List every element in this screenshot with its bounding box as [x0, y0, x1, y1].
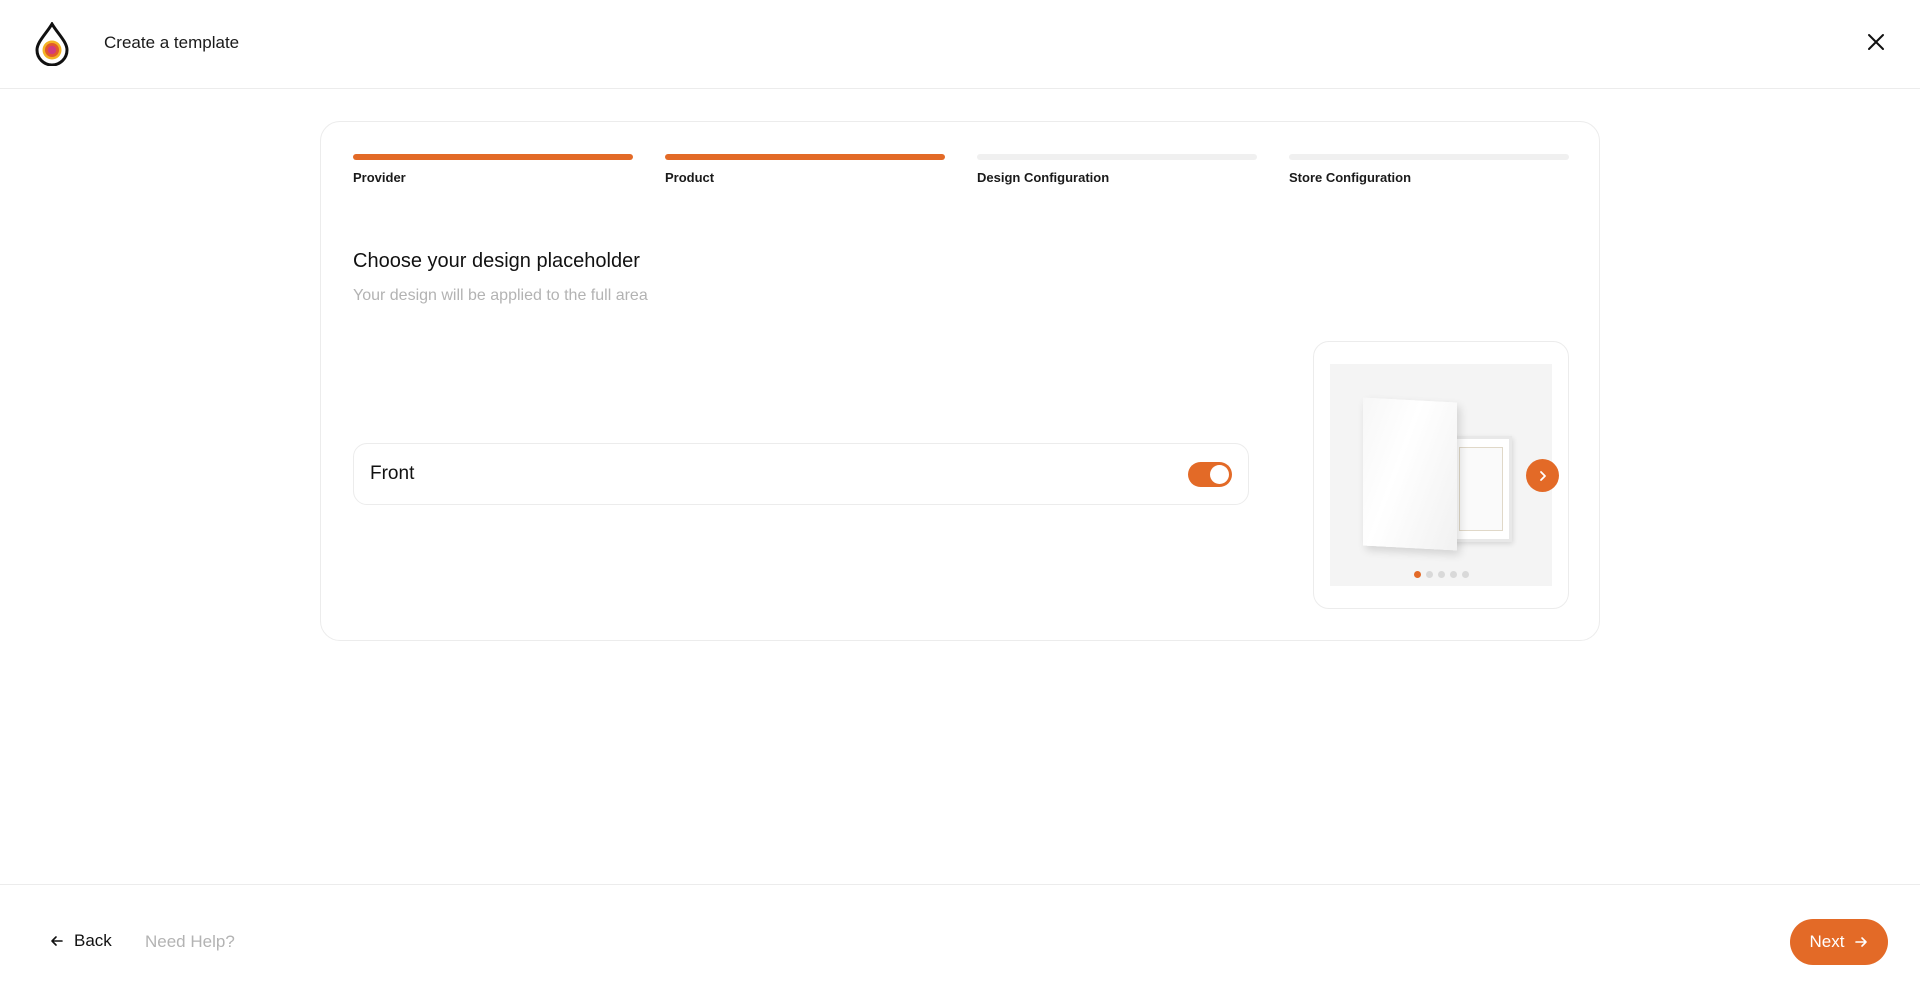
step-provider: Provider — [353, 154, 633, 185]
carousel-dots — [1330, 571, 1552, 578]
arrow-left-icon — [51, 936, 63, 946]
option-label: Front — [370, 463, 415, 484]
step-label-store-configuration: Store Configuration — [1289, 170, 1412, 185]
step-product: Product — [665, 154, 945, 185]
section-title: Choose your design placeholder — [353, 250, 640, 272]
step-store-configuration: Store Configuration — [1289, 154, 1569, 185]
back-button[interactable]: Back — [50, 931, 112, 951]
carousel-next-button[interactable] — [1526, 459, 1559, 492]
carousel-dot-2[interactable] — [1425, 571, 1433, 578]
step-bar-store-configuration — [1289, 154, 1569, 160]
step-label-design-configuration: Design Configuration — [977, 170, 1110, 185]
close-icon[interactable] — [1864, 30, 1888, 54]
next-label: Next — [1809, 932, 1845, 951]
back-label: Back — [74, 931, 112, 950]
toggle-knob — [1210, 465, 1229, 484]
carousel-dot-3[interactable] — [1437, 571, 1445, 578]
bottom-bar: Back Need Help? Next — [0, 884, 1920, 995]
top-bar: Create a template — [0, 0, 1920, 89]
carousel-dot-5[interactable] — [1461, 571, 1469, 578]
canvas-front-view — [1363, 397, 1457, 551]
step-label-product: Product — [665, 170, 715, 185]
next-button[interactable]: Next — [1790, 919, 1888, 965]
product-preview-carousel — [1313, 341, 1569, 609]
drop-logo-icon — [35, 22, 69, 66]
page-title: Create a template — [104, 33, 240, 52]
arrow-right-icon — [1855, 937, 1868, 947]
section-subtitle: Your design will be applied to the full … — [353, 287, 648, 304]
need-help-link[interactable]: Need Help? — [145, 932, 235, 952]
step-progress: Provider Product Design Configuration St… — [353, 154, 1569, 185]
carousel-dot-4[interactable] — [1449, 571, 1457, 578]
canvas-back-view — [1450, 436, 1512, 542]
step-bar-design-configuration — [977, 154, 1257, 160]
front-toggle[interactable] — [1188, 462, 1232, 487]
carousel-dot-1[interactable] — [1413, 571, 1421, 578]
canvas-print-image — [1330, 364, 1552, 586]
chevron-right-icon — [1539, 470, 1546, 481]
template-wizard-card: Provider Product Design Configuration St… — [320, 121, 1600, 641]
placeholder-option-front: Front — [353, 443, 1249, 505]
step-bar-product — [665, 154, 945, 160]
step-design-configuration: Design Configuration — [977, 154, 1257, 185]
step-bar-provider — [353, 154, 633, 160]
step-label-provider: Provider — [353, 170, 406, 185]
